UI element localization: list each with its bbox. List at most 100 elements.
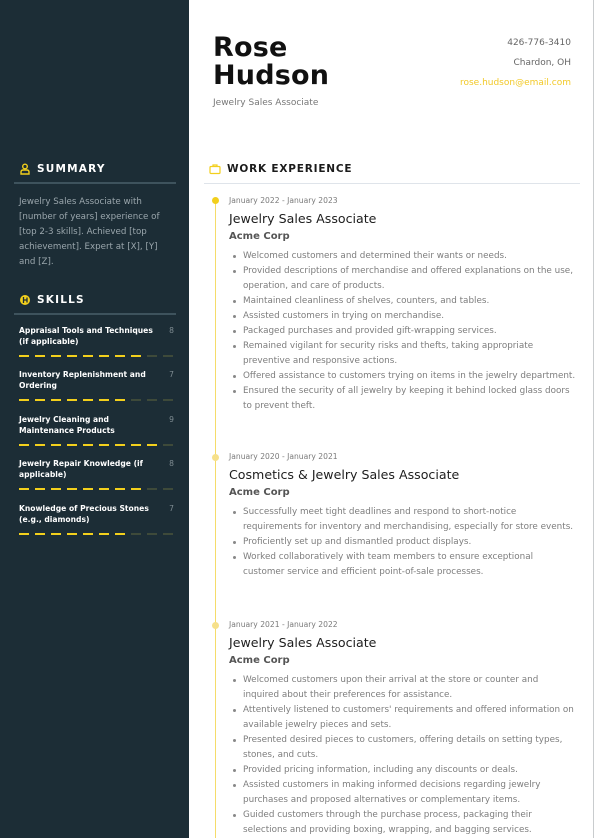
job-entry: January 2022 - January 2023 Jewelry Sale… — [229, 196, 577, 414]
skill-item: Inventory Replenishment and Ordering 7 — [19, 370, 174, 401]
skill-segment-empty — [147, 488, 157, 490]
skill-segment-empty — [163, 355, 173, 357]
email-link[interactable]: rose.hudson@email.com — [460, 77, 571, 97]
timeline-line — [215, 200, 216, 838]
skill-segment-filled — [67, 444, 77, 446]
skill-segment-empty — [131, 399, 141, 401]
skill-item: Appraisal Tools and Techniques (if appli… — [19, 326, 174, 357]
skill-segment-filled — [83, 533, 93, 535]
skill-segment-filled — [99, 488, 109, 490]
skill-segment-filled — [35, 533, 45, 535]
skill-segment-filled — [115, 444, 125, 446]
skill-segment-filled — [19, 444, 29, 446]
skill-segment-filled — [115, 355, 125, 357]
skill-segment-empty — [163, 444, 173, 446]
skill-segment-empty — [163, 399, 173, 401]
skill-segment-filled — [67, 533, 77, 535]
timeline-dot — [212, 622, 219, 629]
skills-heading-label: SKILLS — [37, 294, 85, 306]
job-bullet: Offered assistance to customers trying o… — [233, 369, 577, 384]
skill-rating: 7 — [169, 504, 174, 513]
work-experience-heading: WORK EXPERIENCE — [209, 163, 352, 175]
skill-item: Knowledge of Precious Stones (e.g., diam… — [19, 504, 174, 535]
location: Chardon, OH — [513, 58, 571, 68]
candidate-name: Rose Hudson — [213, 34, 329, 90]
skill-bar — [19, 399, 174, 401]
timeline-dot — [212, 197, 219, 204]
job-entry: January 2020 - January 2021 Cosmetics & … — [229, 452, 577, 580]
skill-segment-filled — [19, 488, 29, 490]
job-title: Cosmetics & Jewelry Sales Associate — [229, 467, 460, 482]
skill-name: Jewelry Repair Knowledge (if applicable) — [19, 459, 143, 479]
skills-divider — [14, 313, 176, 315]
skill-rating: 9 — [169, 415, 174, 424]
job-bullet: Provided pricing information, including … — [233, 763, 577, 778]
job-entry: January 2021 - January 2022 Jewelry Sale… — [229, 620, 577, 838]
job-bullet: Ensured the security of all jewelry by k… — [233, 384, 577, 414]
skills-icon — [19, 294, 31, 306]
skill-segment-filled — [99, 533, 109, 535]
skill-segment-filled — [35, 444, 45, 446]
skill-rating: 8 — [169, 459, 174, 468]
job-bullet: Packaged purchases and provided gift-wra… — [233, 324, 577, 339]
work-experience-divider — [204, 183, 580, 184]
job-bullet: Maintained cleanliness of shelves, count… — [233, 294, 577, 309]
skill-rating: 8 — [169, 326, 174, 335]
skill-segment-filled — [19, 399, 29, 401]
job-dates: January 2021 - January 2022 — [229, 620, 338, 629]
summary-heading: SUMMARY — [19, 163, 106, 175]
skill-segment-empty — [147, 399, 157, 401]
skill-segment-filled — [51, 444, 61, 446]
skill-item: Jewelry Repair Knowledge (if applicable)… — [19, 459, 174, 490]
skill-segment-empty — [147, 533, 157, 535]
job-bullet: Assisted customers in making informed de… — [233, 778, 577, 808]
skill-segment-empty — [131, 533, 141, 535]
job-bullet: Worked collaboratively with team members… — [233, 550, 577, 580]
skill-segment-filled — [131, 488, 141, 490]
job-bullet: Attentively listened to customers' requi… — [233, 703, 577, 733]
job-bullet: Proficiently set up and dismantled produ… — [233, 535, 577, 550]
first-name: Rose — [213, 32, 288, 63]
summary-divider — [14, 182, 176, 184]
skill-segment-filled — [115, 399, 125, 401]
skill-segment-filled — [131, 355, 141, 357]
timeline-dot — [212, 454, 219, 461]
skill-segment-empty — [163, 488, 173, 490]
skill-segment-filled — [131, 444, 141, 446]
job-title: Jewelry Sales Associate — [229, 211, 377, 226]
skill-segment-filled — [99, 355, 109, 357]
skill-segment-filled — [99, 444, 109, 446]
skill-bar — [19, 355, 174, 357]
skill-bar — [19, 533, 174, 535]
skill-segment-filled — [115, 533, 125, 535]
skill-segment-filled — [51, 533, 61, 535]
skill-segment-filled — [35, 355, 45, 357]
phone: 426-776-3410 — [507, 38, 571, 48]
skill-name: Appraisal Tools and Techniques (if appli… — [19, 326, 153, 346]
summary-text: Jewelry Sales Associate with [number of … — [19, 197, 160, 267]
briefcase-icon — [209, 163, 221, 175]
skill-segment-filled — [19, 355, 29, 357]
skill-segment-filled — [83, 399, 93, 401]
skill-name: Knowledge of Precious Stones (e.g., diam… — [19, 504, 149, 524]
work-experience-heading-label: WORK EXPERIENCE — [227, 163, 353, 175]
job-company: Acme Corp — [229, 487, 290, 498]
skill-item: Jewelry Cleaning and Maintenance Product… — [19, 415, 174, 446]
skill-name: Inventory Replenishment and Ordering — [19, 370, 146, 390]
contact-info: 426-776-3410 Chardon, OH rose.hudson@ema… — [460, 37, 571, 97]
skill-segment-filled — [51, 355, 61, 357]
skill-rating: 7 — [169, 370, 174, 379]
skill-segment-filled — [115, 488, 125, 490]
job-dates: January 2020 - January 2021 — [229, 452, 338, 461]
skill-segment-filled — [19, 533, 29, 535]
skill-segment-filled — [83, 444, 93, 446]
job-bullet: Remained vigilant for security risks and… — [233, 339, 577, 369]
skill-segment-filled — [83, 488, 93, 490]
job-bullets: Successfully meet tight deadlines and re… — [229, 505, 577, 580]
job-bullet: Guided customers through the purchase pr… — [233, 808, 577, 838]
user-icon — [19, 163, 31, 175]
skill-segment-filled — [35, 399, 45, 401]
job-company: Acme Corp — [229, 231, 290, 242]
summary-heading-label: SUMMARY — [37, 163, 106, 175]
skill-segment-empty — [147, 355, 157, 357]
